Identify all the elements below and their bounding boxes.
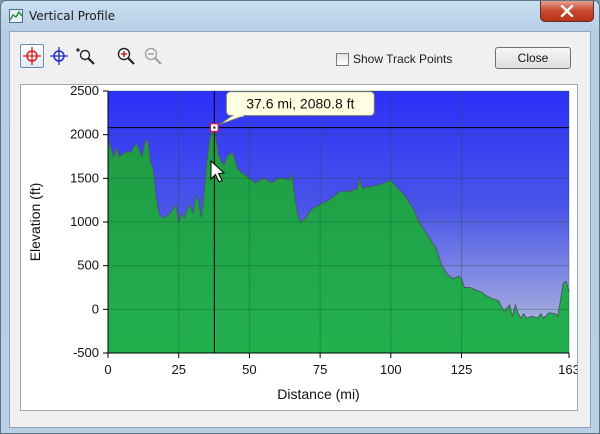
crosshair-red-tool[interactable] — [20, 44, 44, 68]
crosshair-red-icon — [23, 47, 41, 65]
cursor-readout: 37.6 mi, 2080.8 ft — [246, 96, 354, 112]
x-tick-label: 75 — [313, 362, 327, 377]
x-tick-label: 25 — [171, 362, 185, 377]
x-tick-label: 0 — [104, 362, 111, 377]
dialog-client-area: Show Track Points Close 2500 2000 1500 1… — [9, 31, 591, 428]
x-axis-label: Distance (mi) — [277, 386, 359, 402]
y-tick-label: 1000 — [70, 214, 99, 229]
y-tick-label: 500 — [77, 258, 99, 273]
zoom-region-icon — [76, 48, 95, 65]
cursor-marker-dot — [213, 126, 216, 129]
plot-frame: 2500 2000 1500 1000 500 0 -500 0 25 50 75 100 125 163… — [20, 83, 580, 411]
profile-app-icon — [9, 9, 23, 23]
y-tick-label: 1500 — [70, 170, 99, 185]
zoom-out-tool[interactable] — [141, 44, 165, 68]
show-track-points-label: Show Track Points — [353, 52, 453, 66]
crosshair-blue-tool[interactable] — [47, 44, 71, 68]
close-icon — [560, 5, 574, 17]
show-track-points-toggle[interactable]: Show Track Points — [336, 52, 452, 66]
x-tick-label: 50 — [242, 362, 256, 377]
zoom-region-tool[interactable] — [74, 44, 98, 68]
zoom-out-icon — [144, 47, 162, 65]
elevation-chart[interactable]: 2500 2000 1500 1000 500 0 -500 0 25 50 75 100 125 163… — [21, 83, 580, 410]
crosshair-blue-icon — [50, 47, 68, 65]
y-tick-label: -500 — [73, 345, 99, 360]
show-track-points-checkbox[interactable] — [336, 52, 349, 66]
x-tick-label: 100 — [380, 362, 402, 377]
x-tick-label: 125 — [451, 362, 473, 377]
y-tick-label: 2500 — [70, 85, 99, 98]
y-axis-label: Elevation (ft) — [27, 183, 43, 262]
window-close-button[interactable] — [540, 1, 594, 22]
vertical-profile-window: Vertical Profile Show Track Points Close… — [0, 0, 600, 434]
x-tick-label: 163 — [558, 362, 577, 377]
y-tick-label: 2000 — [70, 127, 99, 142]
close-button[interactable]: Close — [495, 47, 571, 69]
zoom-in-icon — [117, 47, 135, 65]
zoom-in-tool[interactable] — [114, 44, 138, 68]
title-bar[interactable]: Vertical Profile — [1, 1, 599, 31]
y-tick-label: 0 — [92, 301, 99, 316]
window-title: Vertical Profile — [29, 9, 116, 23]
